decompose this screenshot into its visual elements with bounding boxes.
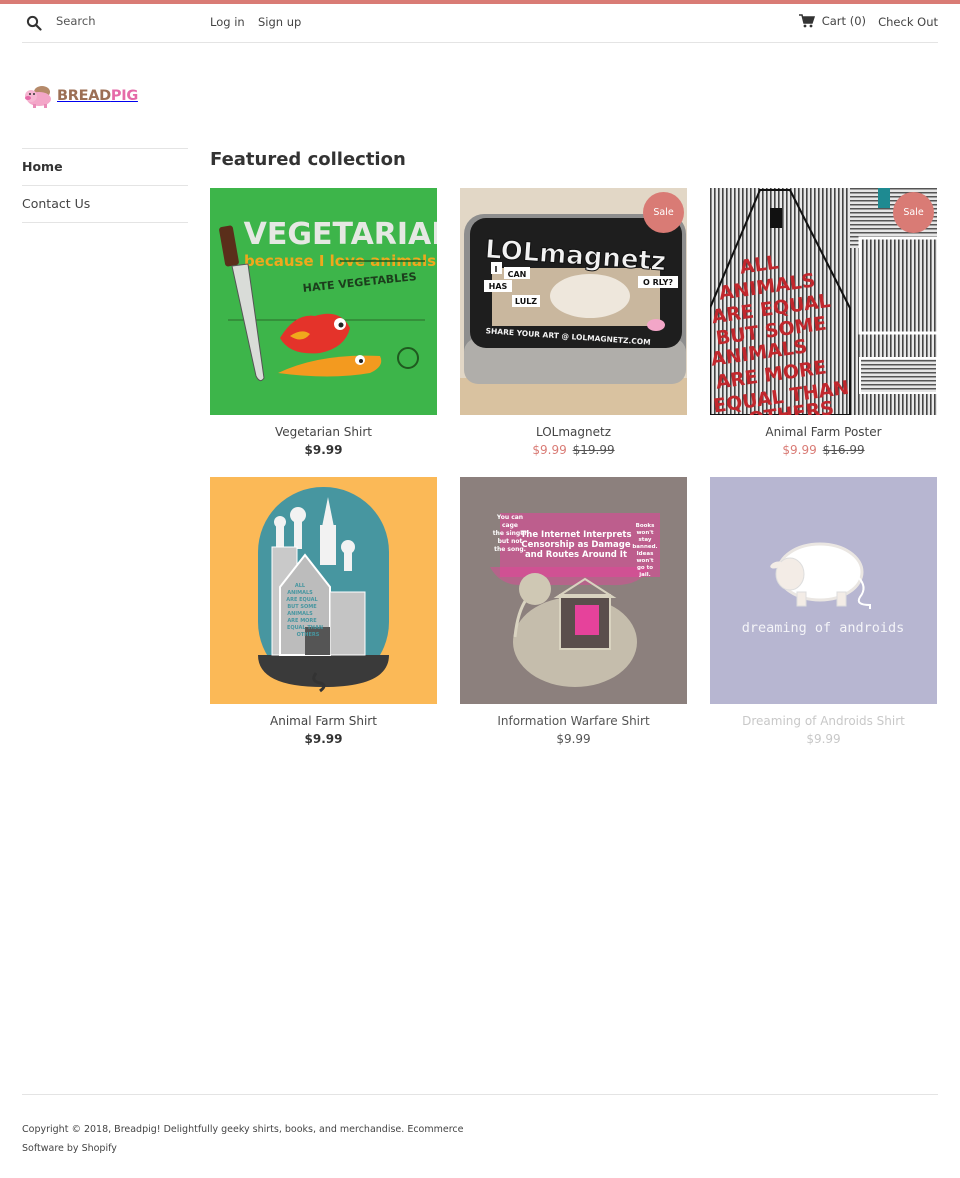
svg-text:the singer: the singer xyxy=(493,530,528,537)
svg-text:stay: stay xyxy=(638,537,651,543)
svg-text:won't: won't xyxy=(636,558,653,564)
svg-text:ALL: ALL xyxy=(295,583,306,589)
product-price: $9.99 xyxy=(304,732,343,746)
product-grid: VEGETARIAN because I love animals HATE V… xyxy=(210,188,937,746)
svg-text:Books: Books xyxy=(636,523,655,529)
price-line: $9.99 $16.99 xyxy=(710,443,937,457)
svg-text:VEGETARIAN: VEGETARIAN xyxy=(244,217,437,252)
svg-text:but not: but not xyxy=(498,538,523,545)
product-title[interactable]: Animal Farm Shirt xyxy=(210,714,437,728)
svg-text:ANIMALS: ANIMALS xyxy=(287,611,313,617)
product-image: The Internet Interprets Censorship as Da… xyxy=(460,477,687,704)
price-line: $9.99 xyxy=(460,732,687,746)
svg-text:and Routes Around It: and Routes Around It xyxy=(525,550,627,560)
svg-text:CAN: CAN xyxy=(508,270,527,279)
pig-logo-icon xyxy=(25,86,51,108)
svg-text:BUT SOME: BUT SOME xyxy=(287,604,317,610)
footer: Copyright © 2018, Breadpig! Delightfully… xyxy=(22,1120,482,1158)
vegetarian-shirt-image: VEGETARIAN because I love animals HATE V… xyxy=(210,188,437,415)
product-image: dreaming of androids xyxy=(710,477,937,704)
product-image: ALL ANIMALS ARE EQUAL BUT SOME ANIMALS A… xyxy=(710,188,937,415)
svg-text:OTHERS: OTHERS xyxy=(297,632,320,638)
price-line: $9.99 xyxy=(210,732,437,746)
animal-farm-shirt-image: ALL ANIMALS ARE EQUAL BUT SOME ANIMALS A… xyxy=(210,477,437,704)
svg-text:I: I xyxy=(495,265,498,274)
product-card-information-warfare-shirt[interactable]: The Internet Interprets Censorship as Da… xyxy=(460,477,687,746)
sidebar-item-contact-us[interactable]: Contact Us xyxy=(22,186,188,223)
product-card-animal-farm-shirt[interactable]: ALL ANIMALS ARE EQUAL BUT SOME ANIMALS A… xyxy=(210,477,437,746)
svg-text:jail.: jail. xyxy=(638,572,650,578)
search-input[interactable] xyxy=(56,10,196,32)
svg-text:EQUAL THAN: EQUAL THAN xyxy=(287,625,323,631)
product-image: LOLmagnetz I CAN HAS LULZ O RLY? SHARE Y… xyxy=(460,188,687,415)
svg-text:go to: go to xyxy=(637,565,653,571)
sale-price: $9.99 xyxy=(782,443,817,457)
product-card-lolmagnetz[interactable]: LOLmagnetz I CAN HAS LULZ O RLY? SHARE Y… xyxy=(460,188,687,457)
svg-text:cage: cage xyxy=(502,522,518,529)
product-price: $9.99 xyxy=(304,443,343,457)
cart[interactable]: Cart (0) xyxy=(798,14,866,28)
login-link[interactable]: Log in xyxy=(210,15,245,29)
svg-text:HAS: HAS xyxy=(489,282,508,291)
svg-text:ANIMALS: ANIMALS xyxy=(287,590,313,596)
product-image: VEGETARIAN because I love animals HATE V… xyxy=(210,188,437,415)
svg-text:The Internet Interprets: The Internet Interprets xyxy=(520,530,631,540)
svg-text:O RLY?: O RLY? xyxy=(643,278,673,287)
product-title[interactable]: LOLmagnetz xyxy=(460,425,687,439)
section-title: Featured collection xyxy=(210,149,406,170)
svg-text:the song.: the song. xyxy=(494,546,526,553)
svg-text:You can: You can xyxy=(496,514,523,521)
product-image: ALL ANIMALS ARE EQUAL BUT SOME ANIMALS A… xyxy=(210,477,437,704)
sale-badge: Sale xyxy=(643,192,684,233)
sale-badge: Sale xyxy=(893,192,934,233)
cart-link[interactable]: Cart (0) xyxy=(822,14,866,28)
price-line: $9.99 $19.99 xyxy=(460,443,687,457)
logo-text: BREADPIG xyxy=(57,88,138,104)
dreaming-of-androids-shirt-image: dreaming of androids xyxy=(710,477,937,704)
svg-text:LULZ: LULZ xyxy=(515,297,537,306)
svg-text:ARE EQUAL: ARE EQUAL xyxy=(286,597,318,603)
copyright-text: Copyright © 2018, Breadpig! Delightfully… xyxy=(22,1124,405,1135)
svg-text:dreaming of androids: dreaming of androids xyxy=(742,620,905,636)
cart-icon xyxy=(798,14,815,28)
logo[interactable]: BREADPIG xyxy=(22,82,138,110)
sidebar-nav: Home Contact Us xyxy=(22,148,188,223)
product-price: $9.99 xyxy=(556,732,591,746)
search-icon[interactable] xyxy=(26,15,42,31)
product-title[interactable]: Information Warfare Shirt xyxy=(460,714,687,728)
product-card-dreaming-of-androids-shirt[interactable]: dreaming of androids Dreaming of Android… xyxy=(710,477,937,746)
price-line: $9.99 xyxy=(210,443,437,457)
svg-text:Ideas: Ideas xyxy=(637,551,654,557)
product-card-vegetarian-shirt[interactable]: VEGETARIAN because I love animals HATE V… xyxy=(210,188,437,457)
shirt-left-quote: You can cage the singer but not the song… xyxy=(493,514,528,553)
product-title[interactable]: Dreaming of Androids Shirt xyxy=(710,714,937,728)
footer-divider xyxy=(22,1094,938,1095)
compare-price: $16.99 xyxy=(822,443,865,457)
shirt-headline: The Internet Interprets Censorship as Da… xyxy=(520,530,631,560)
header-bar: Log in Sign up Cart (0) Check Out xyxy=(22,4,938,43)
sale-price: $9.99 xyxy=(532,443,567,457)
svg-text:Censorship as Damage: Censorship as Damage xyxy=(521,540,630,550)
sidebar-item-home[interactable]: Home xyxy=(22,149,188,186)
svg-text:banned.: banned. xyxy=(632,544,657,550)
product-title[interactable]: Animal Farm Poster xyxy=(710,425,937,439)
information-warfare-shirt-image: The Internet Interprets Censorship as Da… xyxy=(460,477,687,704)
svg-text:won't: won't xyxy=(636,530,653,536)
product-title[interactable]: Vegetarian Shirt xyxy=(210,425,437,439)
compare-price: $19.99 xyxy=(572,443,615,457)
signup-link[interactable]: Sign up xyxy=(258,15,301,29)
price-line: $9.99 xyxy=(710,732,937,746)
checkout-link[interactable]: Check Out xyxy=(878,15,938,29)
product-card-animal-farm-poster[interactable]: ALL ANIMALS ARE EQUAL BUT SOME ANIMALS A… xyxy=(710,188,937,457)
svg-text:ARE MORE: ARE MORE xyxy=(287,618,317,624)
product-price: $9.99 xyxy=(806,732,841,746)
